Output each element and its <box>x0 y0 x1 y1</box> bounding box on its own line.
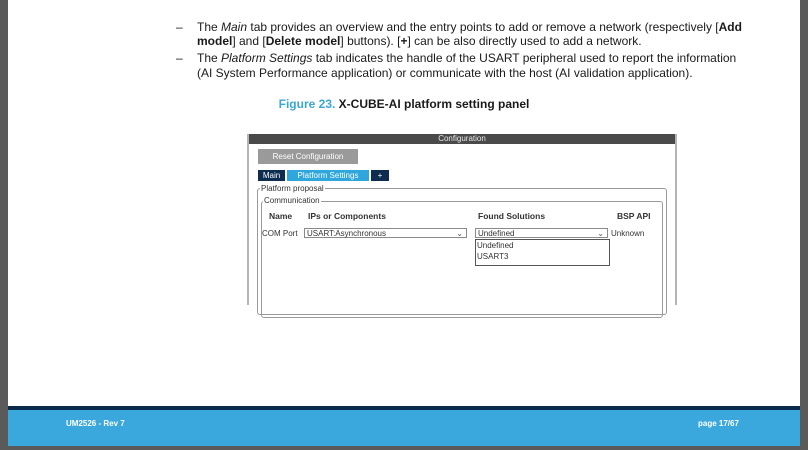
panel-title: Configuration <box>249 134 675 144</box>
chevron-down-icon: ⌄ <box>597 229 604 238</box>
platform-settings-ref: Platform Settings <box>221 51 313 65</box>
bullet-dash: – <box>176 20 183 34</box>
found-solutions-select[interactable]: Undefined ⌄ <box>475 228 608 238</box>
com-port-label: COM Port <box>262 229 298 238</box>
bsp-api-value: Unknown <box>611 229 645 238</box>
page-number: page 17/67 <box>698 419 739 428</box>
main-tab-ref: Main <box>221 20 248 34</box>
add-model-ref: Add <box>718 20 742 34</box>
tab-platform-settings[interactable]: Platform Settings <box>287 170 369 181</box>
reset-configuration-button[interactable]: Reset Configuration <box>258 149 358 164</box>
page-footer <box>8 410 800 446</box>
document-revision: UM2526 - Rev 7 <box>66 419 125 428</box>
chevron-down-icon: ⌄ <box>456 229 463 238</box>
bullet-dash: – <box>176 51 183 65</box>
column-header-ips: IPs or Components <box>308 211 386 221</box>
figure-caption: Figure 23. X-CUBE-AI platform setting pa… <box>278 97 530 111</box>
bullet-2-line-2: (AI System Performance application) or c… <box>197 66 693 80</box>
dropdown-option-undefined[interactable]: Undefined <box>477 241 513 250</box>
configuration-panel: Configuration Reset Configuration Main P… <box>247 134 677 318</box>
bullet-2-line-1: The Platform Settings tab indicates the … <box>197 51 737 65</box>
dropdown-option-usart3[interactable]: USART3 <box>477 252 508 261</box>
tab-main[interactable]: Main <box>258 170 285 181</box>
communication-label: Communication <box>263 196 321 205</box>
delete-model-ref: Delete model <box>265 34 341 48</box>
tab-add-network[interactable]: + <box>371 170 389 181</box>
bullet-1-line-2: model] and [Delete model] buttons). [+] … <box>197 34 642 48</box>
column-header-bsp-api: BSP API <box>617 211 651 221</box>
document-page: – The Main tab provides an overview and … <box>8 0 800 446</box>
found-solutions-dropdown: Undefined USART3 <box>475 239 610 266</box>
column-header-found-solutions: Found Solutions <box>478 211 546 221</box>
platform-proposal-label: Platform proposal <box>260 184 325 193</box>
ip-select[interactable]: USART:Asynchronous ⌄ <box>304 228 467 238</box>
column-header-name: Name <box>269 211 293 221</box>
